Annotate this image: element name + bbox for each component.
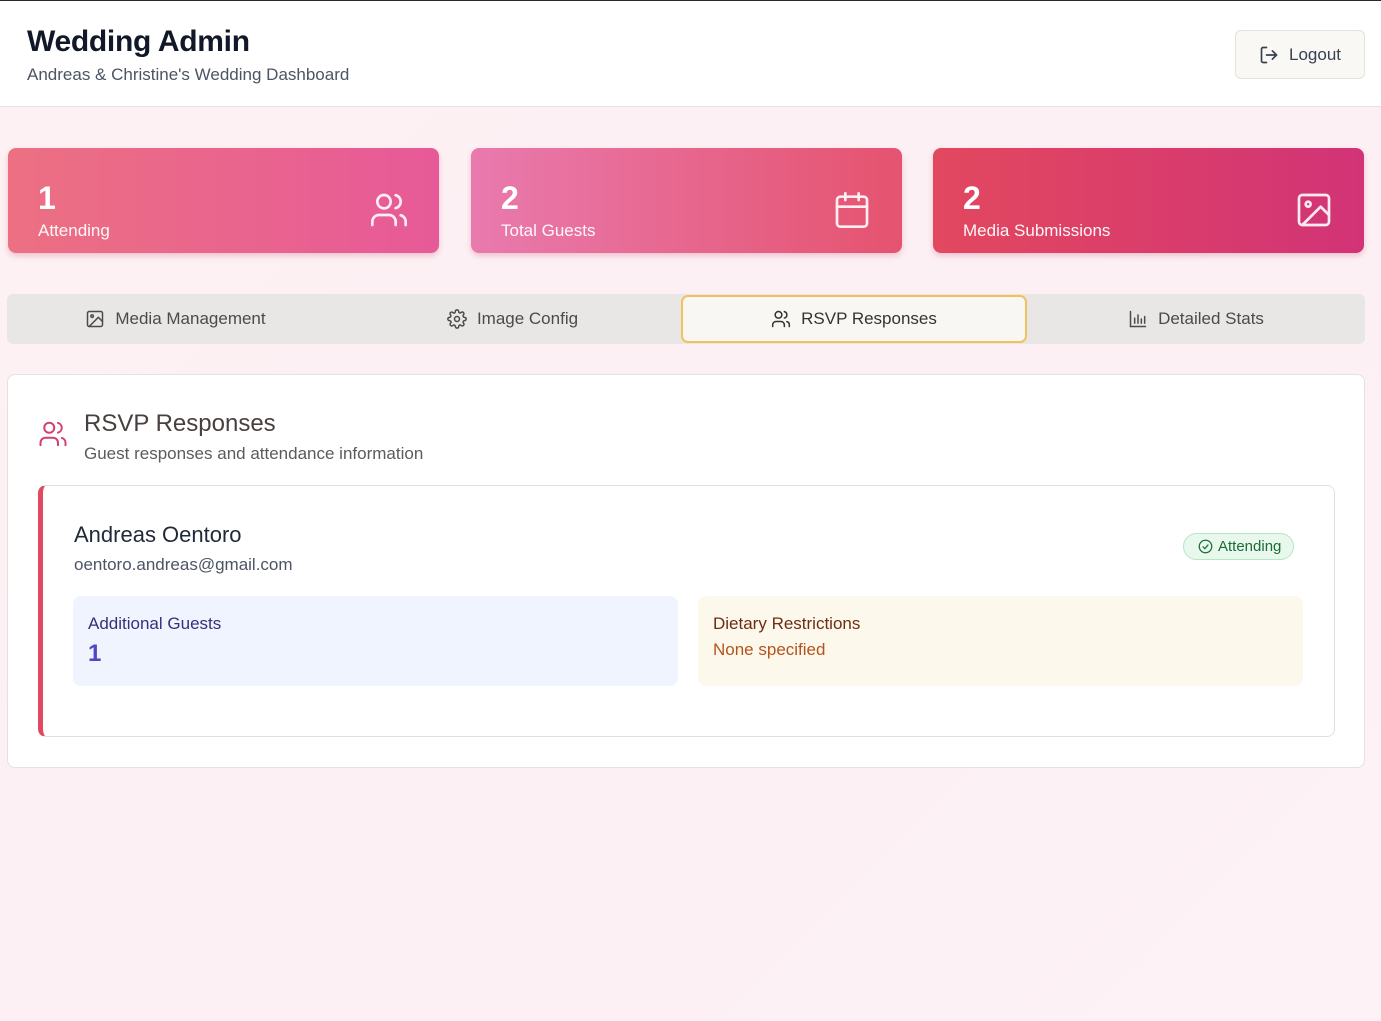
tab-label: Image Config [476,309,579,328]
logout-label: Logout [1289,44,1341,64]
logout-button[interactable]: Logout [1235,30,1365,79]
image-icon [1297,193,1331,227]
dietary-restrictions-label: Dietary Restrictions [713,614,861,633]
gear-icon [447,309,467,329]
logout-icon [1260,46,1278,63]
users-icon [39,421,67,447]
tab-rsvp-responses[interactable]: RSVP Responses [681,295,1027,343]
guest-email: oentoro.andreas@gmail.com [74,555,293,574]
tab-detailed-stats[interactable]: Detailed Stats [1027,294,1365,344]
stat-value: 2 [963,180,981,216]
stat-card-attending: 1 Attending [8,148,439,253]
status-badge: Attending [1183,533,1295,560]
bar-chart-icon [1129,310,1147,328]
rsvp-panel: RSVP Responses Guest responses and atten… [7,374,1365,768]
status-label: Attending [1218,538,1282,555]
additional-guests-box: Additional Guests 1 [73,596,678,686]
app-title: Wedding Admin [27,25,250,58]
check-circle-icon [1198,539,1213,554]
guest-name: Andreas Oentoro [74,522,242,547]
panel-title: RSVP Responses [84,410,276,437]
users-icon [371,193,407,227]
dietary-restrictions-box: Dietary Restrictions None specified [698,596,1303,686]
stat-label: Media Submissions [963,221,1111,240]
additional-guests-value: 1 [88,640,102,667]
app-header: Wedding Admin Andreas & Christine's Wedd… [0,0,1381,107]
image-icon [87,310,104,328]
tab-label: RSVP Responses [801,309,937,328]
panel-description: Guest responses and attendance informati… [84,444,424,463]
stat-value: 1 [38,180,56,216]
calendar-icon [835,192,869,228]
users-icon [772,310,791,328]
additional-guests-label: Additional Guests [88,614,222,633]
rsvp-card: Andreas Oentoro oentoro.andreas@gmail.co… [38,485,1335,737]
stat-card-media-submissions: 2 Media Submissions [933,148,1364,253]
stat-label: Total Guests [501,221,596,240]
stat-card-total-guests: 2 Total Guests [471,148,902,253]
stat-value: 2 [501,180,519,216]
tab-label: Media Management [115,309,266,328]
tab-bar: Media Management Image Config RSVP Respo… [7,294,1365,344]
tab-label: Detailed Stats [1158,309,1264,328]
tab-image-config[interactable]: Image Config [344,294,681,344]
dietary-restrictions-value: None specified [713,640,826,659]
stat-label: Attending [38,221,110,240]
tab-media-management[interactable]: Media Management [7,294,344,344]
app-subtitle: Andreas & Christine's Wedding Dashboard [27,65,350,84]
